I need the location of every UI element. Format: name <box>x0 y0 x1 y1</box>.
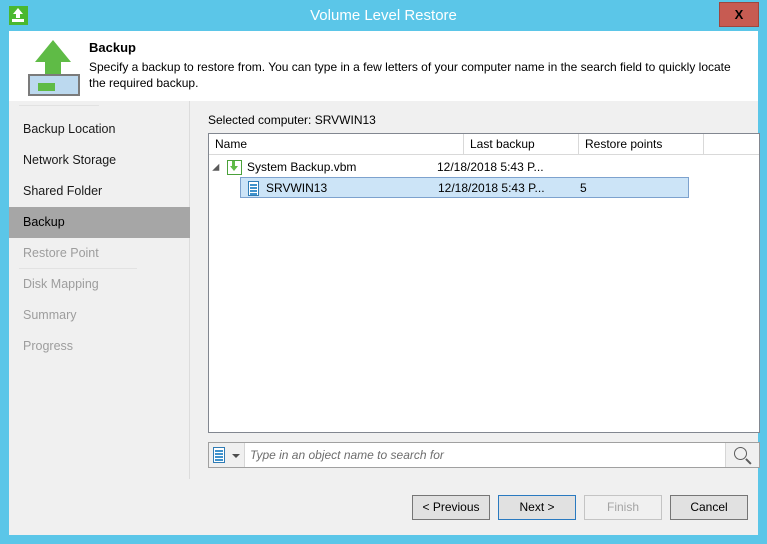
title-bar: Volume Level Restore X <box>0 0 767 31</box>
main-panel: Selected computer: SRVWIN13 Name Last ba… <box>190 101 758 535</box>
page-description: Specify a backup to restore from. You ca… <box>89 59 749 91</box>
sidebar-item-backup[interactable]: Backup <box>9 207 190 238</box>
sidebar-top-divider <box>19 105 99 106</box>
cell-restore-points: 5 <box>580 178 587 199</box>
next-button[interactable]: Next > <box>498 495 576 520</box>
sidebar-item-summary: Summary <box>9 300 190 331</box>
content-area: Backup Location Network Storage Shared F… <box>9 101 758 535</box>
volume-level-restore-dialog: Volume Level Restore X Backup Specify a … <box>0 0 767 544</box>
table-row[interactable]: SRVWIN13 12/18/2018 5:43 P... 5 <box>240 177 689 198</box>
sidebar-item-label: Disk Mapping <box>23 277 99 291</box>
sidebar-item-restore-point: Restore Point <box>9 238 190 269</box>
sidebar-item-label: Network Storage <box>23 153 116 167</box>
page-title: Backup <box>89 40 136 55</box>
sidebar-item-backup-location[interactable]: Backup Location <box>9 114 190 145</box>
cell-name: SRVWIN13 <box>266 178 327 199</box>
sidebar-item-label: Backup Location <box>23 122 115 136</box>
table-row[interactable]: System Backup.vbm 12/18/2018 5:43 P... <box>209 157 759 178</box>
sidebar-item-label: Backup <box>23 215 65 229</box>
window-title: Volume Level Restore <box>0 0 767 31</box>
vbm-file-icon <box>227 160 242 175</box>
column-header-name[interactable]: Name <box>209 134 464 154</box>
close-icon[interactable]: X <box>719 2 759 27</box>
backup-tree-table: Name Last backup Restore points <box>208 133 760 433</box>
sidebar-item-label: Shared Folder <box>23 184 102 198</box>
wizard-header: Backup Specify a backup to restore from.… <box>9 31 758 101</box>
sidebar-step-list: Backup Location Network Storage Shared F… <box>9 114 190 362</box>
cell-last-backup: 12/18/2018 5:43 P... <box>438 178 545 199</box>
server-icon <box>248 181 259 196</box>
dialog-frame: Backup Specify a backup to restore from.… <box>9 31 758 535</box>
cell-name: System Backup.vbm <box>247 157 356 178</box>
selected-computer-label: Selected computer: SRVWIN13 <box>208 113 376 127</box>
cancel-button[interactable]: Cancel <box>670 495 748 520</box>
sidebar-item-label: Summary <box>23 308 76 322</box>
search-bar <box>208 442 760 468</box>
sidebar-item-label: Progress <box>23 339 73 353</box>
finish-button: Finish <box>584 495 662 520</box>
sidebar-item-network-storage[interactable]: Network Storage <box>9 145 190 176</box>
search-input[interactable] <box>246 443 724 467</box>
chevron-expand-icon[interactable] <box>212 164 223 175</box>
search-scope-dropdown[interactable] <box>209 443 245 467</box>
column-header-last-backup[interactable]: Last backup <box>464 134 579 154</box>
server-icon <box>213 447 225 463</box>
cell-last-backup: 12/18/2018 5:43 P... <box>437 157 544 178</box>
sidebar-item-label: Restore Point <box>23 246 99 260</box>
previous-button[interactable]: < Previous <box>412 495 490 520</box>
column-header-blank[interactable] <box>704 134 759 154</box>
wizard-steps-sidebar: Backup Location Network Storage Shared F… <box>9 101 190 535</box>
dialog-footer: < Previous Next > Finish Cancel <box>9 479 758 535</box>
chevron-down-icon <box>232 454 240 458</box>
table-body: System Backup.vbm 12/18/2018 5:43 P... S… <box>209 155 759 432</box>
table-header-row: Name Last backup Restore points <box>209 134 759 155</box>
column-header-restore-points[interactable]: Restore points <box>579 134 704 154</box>
sidebar-item-disk-mapping: Disk Mapping <box>9 269 190 300</box>
restore-volume-icon <box>23 40 85 96</box>
search-button[interactable] <box>725 443 759 467</box>
sidebar-item-progress: Progress <box>9 331 190 362</box>
sidebar-item-shared-folder[interactable]: Shared Folder <box>9 176 190 207</box>
